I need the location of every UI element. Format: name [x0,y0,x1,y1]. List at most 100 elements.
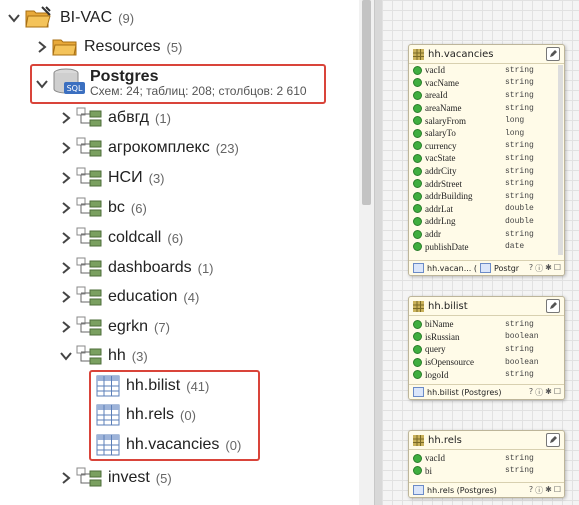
field-row[interactable]: salaryTo long [409,127,564,140]
tree-item-label: hh.bilist [126,377,181,394]
help-icon[interactable]: ? [529,263,533,274]
settings-icon[interactable]: ✱ [545,263,552,274]
card-scrollbar[interactable] [558,65,563,255]
tree-scrollbar-thumb[interactable] [362,0,371,205]
tree-item-count: (0) [225,437,242,453]
settings-icon[interactable]: ✱ [545,485,552,496]
tree-item-resources[interactable]: Resources (5) [36,33,182,61]
field-status-icon [413,128,422,138]
tree-item-count: (6) [130,200,147,216]
settings-icon[interactable]: ✱ [545,387,552,398]
field-row[interactable]: areaId string [409,89,564,102]
chevron-right-icon[interactable] [60,321,72,333]
field-type: string [505,141,534,151]
info-icon[interactable]: ⓘ [535,263,543,274]
svg-text:SQL: SQL [67,84,83,93]
card-header[interactable]: hh.rels [409,431,564,450]
tree-item-table[interactable]: hh.bilist (41) [96,372,209,400]
field-row[interactable]: areaName string [409,102,564,115]
chevron-down-icon[interactable] [8,12,20,24]
schema-icon [76,137,102,159]
tree-item-schema[interactable]: coldcall (6) [60,224,183,252]
field-status-icon [413,242,422,252]
field-type: string [505,166,534,176]
field-row[interactable]: biName string [409,318,564,331]
field-row[interactable]: publishDate date [409,240,564,253]
chevron-down-icon[interactable] [36,78,48,90]
info-icon[interactable]: ⓘ [535,387,543,398]
chevron-right-icon[interactable] [60,472,72,484]
tree-item-schema[interactable]: НСИ (3) [60,164,165,192]
tree-item-schema[interactable]: hh (3) [60,342,148,370]
tree-item-table[interactable]: hh.rels (0) [96,401,196,429]
table-icon [96,375,120,397]
tree-item-invest[interactable]: invest (5) [60,464,172,492]
field-status-icon [413,153,422,163]
card-header[interactable]: hh.vacancies [409,45,564,64]
tree-item-count: (5) [155,470,172,486]
chevron-right-icon[interactable] [60,262,72,274]
chevron-right-icon[interactable] [36,41,48,53]
field-row[interactable]: vacName string [409,77,564,90]
field-type: string [505,319,534,329]
tree-item-table[interactable]: hh.vacancies (0) [96,431,241,459]
edit-icon[interactable] [546,433,560,447]
field-type: string [505,370,534,380]
tree-item-schema[interactable]: абвгд (1) [60,104,171,132]
field-row[interactable]: vacId string [409,64,564,77]
edit-icon[interactable] [546,299,560,313]
field-row[interactable]: query string [409,343,564,356]
checkbox-icon[interactable]: ☐ [554,263,561,274]
tree-item-schema[interactable]: egrkn (7) [60,313,170,341]
checkbox-icon[interactable]: ☐ [554,387,561,398]
field-row[interactable]: logoId string [409,368,564,381]
field-row[interactable]: isOpensource boolean [409,356,564,369]
field-row[interactable]: addrCity string [409,165,564,178]
chevron-right-icon[interactable] [60,172,72,184]
entity-card-rels[interactable]: hh.rels vacId string bi string hh.rels ( Po… [408,430,565,498]
card-header[interactable]: hh.bilist [409,297,564,316]
card-footer-buttons: ? ⓘ ✱ ☐ [529,263,564,274]
field-type: long [505,116,525,126]
tree-item-schema[interactable]: education (4) [60,283,199,311]
field-row[interactable]: isRussian boolean [409,331,564,344]
field-row[interactable]: addr string [409,228,564,241]
field-row[interactable]: addrBuilding string [409,190,564,203]
card-footer-source: Postgr [493,263,520,273]
field-type: double [505,204,534,214]
chevron-right-icon[interactable] [60,202,72,214]
tree-item-schema[interactable]: bc (6) [60,194,147,222]
tree-panel: BI-VAC (9) Resources (5) SQL Postgres Сх… [0,0,374,505]
tree-item-postgres[interactable]: SQL Postgres Схем: 24; таблиц: 208; стол… [36,68,307,100]
entity-card-bilist[interactable]: hh.bilist biName string isRussian boolean qu… [408,296,565,400]
field-name: biName [425,319,454,330]
card-footer-buttons: ? ⓘ ✱ ☐ [529,387,564,398]
field-row[interactable]: vacId string [409,452,564,465]
chevron-right-icon[interactable] [60,232,72,244]
chevron-right-icon[interactable] [60,291,72,303]
field-row[interactable]: addrLng double [409,215,564,228]
field-row[interactable]: currency string [409,140,564,153]
field-row[interactable]: addrLat double [409,203,564,216]
field-row[interactable]: salaryFrom long [409,114,564,127]
tree-item-schema[interactable]: dashboards (1) [60,254,214,282]
edit-icon[interactable] [546,47,560,61]
entity-card-vacancies[interactable]: hh.vacancies vacId string vacName string are… [408,44,565,276]
card-title: hh.bilist [428,300,468,312]
chevron-down-icon[interactable] [60,350,72,362]
field-row[interactable]: bi string [409,465,564,478]
tree-item-schema[interactable]: агрокомплекс (23) [60,134,239,162]
chevron-right-icon[interactable] [60,142,72,154]
field-name: addrBuilding [425,191,473,202]
field-row[interactable]: addrStreet string [409,177,564,190]
schema-icon [76,286,102,308]
chevron-right-icon[interactable] [60,112,72,124]
help-icon[interactable]: ? [529,387,533,398]
field-row[interactable]: vacState string [409,152,564,165]
help-icon[interactable]: ? [529,485,533,496]
tree-root[interactable]: BI-VAC (9) [8,4,134,32]
field-status-icon [413,78,422,88]
table-icon [96,404,120,426]
info-icon[interactable]: ⓘ [535,485,543,496]
checkbox-icon[interactable]: ☐ [554,485,561,496]
